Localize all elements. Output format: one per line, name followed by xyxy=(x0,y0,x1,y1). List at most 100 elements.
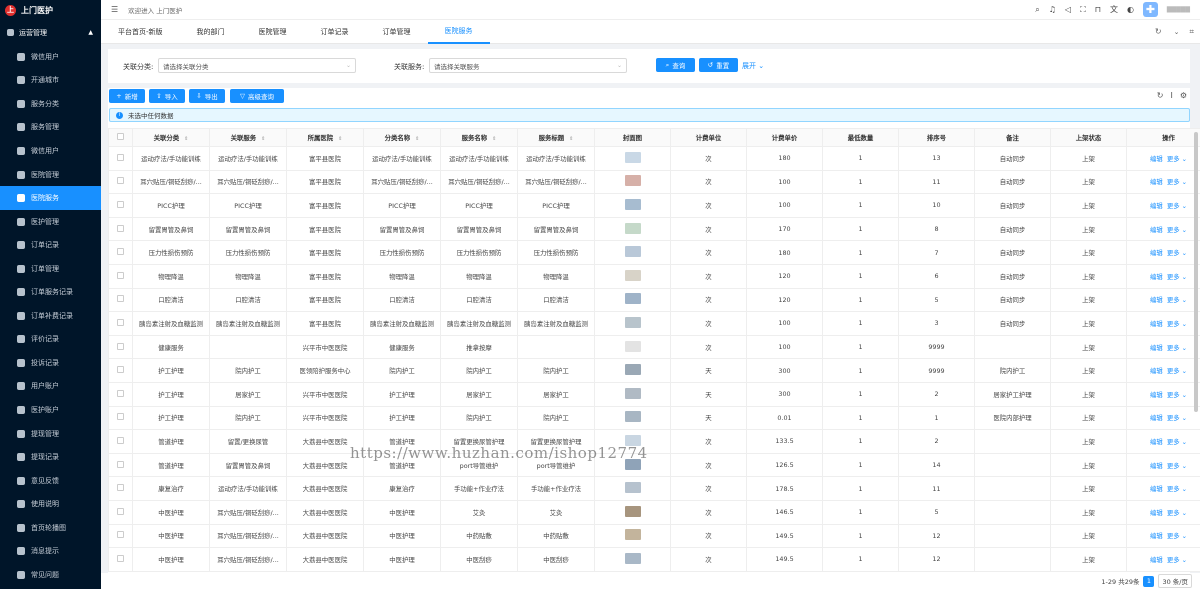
row-checkbox[interactable] xyxy=(117,271,124,279)
sidebar-item[interactable]: 服务分类 xyxy=(0,92,101,116)
more-link[interactable]: 更多 ⌄ xyxy=(1167,509,1187,517)
sort-icon[interactable]: ⇕ xyxy=(261,136,265,142)
page-1-button[interactable]: 1 xyxy=(1143,575,1155,587)
column-header[interactable]: 封面图 xyxy=(594,128,671,147)
cover-image[interactable] xyxy=(624,411,641,423)
column-header[interactable]: 排序号 xyxy=(898,128,975,147)
column-header[interactable]: 关联分类 ⇕ xyxy=(132,128,210,147)
sidebar-item[interactable]: 医护账户 xyxy=(0,398,101,422)
row-checkbox[interactable] xyxy=(117,295,124,303)
refresh-icon[interactable]: ↻ xyxy=(1155,27,1162,36)
select-all-checkbox[interactable] xyxy=(117,133,124,140)
more-link[interactable]: 更多 ⌄ xyxy=(1167,320,1187,328)
row-checkbox[interactable] xyxy=(117,318,124,326)
edit-link[interactable]: 编辑 xyxy=(1150,509,1163,517)
column-header[interactable]: 操作 xyxy=(1126,128,1200,147)
tab[interactable]: 医院管理 xyxy=(242,20,304,44)
username[interactable]: ▇▇▇▇▇ xyxy=(1167,6,1190,13)
sidebar-item[interactable]: 订单补费记录 xyxy=(0,304,101,328)
sidebar-item[interactable]: 意见反馈 xyxy=(0,469,101,493)
table-row[interactable]: 管道护理 留置/更换尿管 大荔县中医医院 管道护理 留置更换尿管护理 留置更换尿管护理次 1… xyxy=(108,429,1200,454)
edit-link[interactable]: 编辑 xyxy=(1150,273,1163,281)
lock-icon[interactable]: ⊓ xyxy=(1095,5,1101,14)
edit-link[interactable]: 编辑 xyxy=(1150,226,1163,234)
sidebar-item[interactable]: 使用说明 xyxy=(0,492,101,516)
sidebar-item[interactable]: 订单记录 xyxy=(0,233,101,257)
edit-link[interactable]: 编辑 xyxy=(1150,532,1163,540)
row-checkbox[interactable] xyxy=(117,484,124,492)
expand-link[interactable]: 展开 ⌄ xyxy=(742,61,764,71)
edit-link[interactable]: 编辑 xyxy=(1150,391,1163,399)
cover-image[interactable] xyxy=(624,293,641,305)
table-row[interactable]: 护工护理 院内护工 医领陪护服务中心 院内护工 院内护工 院内护工天 300 1 9999 院内护… xyxy=(108,358,1200,383)
sidebar-item[interactable]: 服务管理 xyxy=(0,116,101,140)
column-header[interactable]: 最低数量 xyxy=(822,128,899,147)
more-link[interactable]: 更多 ⌄ xyxy=(1167,155,1187,163)
sidebar-item[interactable]: 常见问题 xyxy=(0,563,101,587)
cover-image[interactable] xyxy=(624,364,641,376)
edit-link[interactable]: 编辑 xyxy=(1150,202,1163,210)
table-row[interactable]: 护工护理 居家护工 兴平市中医医院 护工护理 居家护工 居家护工天 300 1 2 居家护工护理上… xyxy=(108,381,1200,407)
page-size-select[interactable]: 30 条/页 xyxy=(1158,574,1192,588)
row-checkbox[interactable] xyxy=(117,554,124,562)
sidebar-item[interactable]: 医院管理 xyxy=(0,163,101,187)
search-button[interactable]: ⌕ 查询 xyxy=(656,58,695,72)
more-link[interactable]: 更多 ⌄ xyxy=(1167,414,1187,422)
table-row[interactable]: 物理降温 物理降温 富平县医院 物理降温 物理降温 物理降温次 120 1 6 自动同步 上架 编辑 … xyxy=(108,263,1200,289)
row-checkbox[interactable] xyxy=(117,177,124,185)
column-header[interactable]: 所属医院 ⇕ xyxy=(286,128,364,147)
more-link[interactable]: 更多 ⌄ xyxy=(1167,532,1187,540)
fullscreen-icon[interactable]: ⛶ xyxy=(1080,5,1086,15)
cover-image[interactable] xyxy=(624,552,641,564)
more-link[interactable]: 更多 ⌄ xyxy=(1167,391,1187,399)
row-checkbox[interactable] xyxy=(117,366,124,374)
more-link[interactable]: 更多 ⌄ xyxy=(1167,485,1187,493)
table-row[interactable]: 护工护理 院内护工 兴平市中医医院 护工护理 院内护工 院内护工天 0.01 1 1 医院内部护理… xyxy=(108,405,1200,431)
category-select[interactable]: 请选择关联分类 ⌄ xyxy=(158,58,356,73)
cover-image[interactable] xyxy=(624,458,641,470)
vertical-scrollbar[interactable] xyxy=(1194,132,1198,412)
edit-link[interactable]: 编辑 xyxy=(1150,155,1163,163)
sidebar-item[interactable]: 消息提示 xyxy=(0,539,101,563)
row-checkbox[interactable] xyxy=(117,224,124,232)
menu-group-ops[interactable]: 运营管理 ▲ xyxy=(0,20,101,45)
add-button[interactable]: + 新增 xyxy=(109,89,145,103)
table-row[interactable]: 口腔清洁 口腔清洁 富平县医院 口腔清洁 口腔清洁 口腔清洁次 120 1 5 自动同步 上架 编辑 … xyxy=(108,287,1200,313)
row-checkbox[interactable] xyxy=(117,342,124,350)
volume-icon[interactable]: ◁ xyxy=(1065,5,1071,14)
import-button[interactable]: ⇪ 导入 xyxy=(149,89,185,103)
advanced-search-button[interactable]: ▽ 高级查询 xyxy=(230,89,284,103)
sort-icon[interactable]: ⇕ xyxy=(415,136,419,142)
column-header[interactable]: 分类名称 ⇕ xyxy=(363,128,441,147)
bell-icon[interactable]: ♫ xyxy=(1049,5,1056,14)
table-row[interactable]: 中医护理 耳穴贴压/铜砭刮痧/... 大荔县中医医院 中医护理 中医刮痧 中医刮痧次 149… xyxy=(108,547,1200,572)
cover-image[interactable] xyxy=(624,246,641,258)
table-row[interactable]: 留置胃管及鼻饲 留置胃管及鼻饲 富平县医院 留置胃管及鼻饲 留置胃管及鼻饲 留置胃管及鼻饲… xyxy=(108,216,1200,242)
chevron-down-icon[interactable]: ⌄ xyxy=(1174,28,1180,36)
sidebar-item[interactable]: 提现记录 xyxy=(0,445,101,469)
more-link[interactable]: 更多 ⌄ xyxy=(1167,344,1187,352)
table-row[interactable]: 中医护理 耳穴贴压/铜砭刮痧/... 大荔县中医医院 中医护理 艾灸 艾灸次 146.5 1 5… xyxy=(108,499,1200,525)
cover-image[interactable] xyxy=(624,387,641,399)
sidebar-item[interactable]: 开通城市 xyxy=(0,69,101,93)
search-icon[interactable]: ⌕ xyxy=(1035,5,1039,15)
sort-icon[interactable]: ⇕ xyxy=(184,136,188,142)
more-link[interactable]: 更多 ⌄ xyxy=(1167,367,1187,375)
column-header[interactable]: 上架状态 xyxy=(1050,128,1127,147)
row-checkbox[interactable] xyxy=(117,436,124,444)
table-row[interactable]: 康复治疗 运动疗法/手功能训练 大荔县中医医院 康复治疗 手功能+作业疗法 手功能+作业疗… xyxy=(108,476,1200,501)
edit-link[interactable]: 编辑 xyxy=(1150,249,1163,257)
more-link[interactable]: 更多 ⌄ xyxy=(1167,202,1187,210)
sort-icon[interactable]: ⇕ xyxy=(569,136,573,142)
sidebar-item[interactable]: 医护管理 xyxy=(0,210,101,234)
cover-image[interactable] xyxy=(624,222,641,234)
cover-image[interactable] xyxy=(624,505,641,517)
avatar[interactable]: ✚ xyxy=(1142,2,1158,17)
table-row[interactable]: 胰岛素注射及血糖监测 胰岛素注射及血糖监测 富平县医院 胰岛素注射及血糖监测 胰岛素注射… xyxy=(108,311,1200,336)
reset-button[interactable]: ↺ 重置 xyxy=(699,58,738,72)
column-header[interactable]: 服务名称 ⇕ xyxy=(440,128,518,147)
cover-image[interactable] xyxy=(624,175,641,187)
tab[interactable]: 订单管理 xyxy=(366,20,428,44)
cover-image[interactable] xyxy=(624,151,641,163)
more-link[interactable]: 更多 ⌄ xyxy=(1167,273,1187,281)
